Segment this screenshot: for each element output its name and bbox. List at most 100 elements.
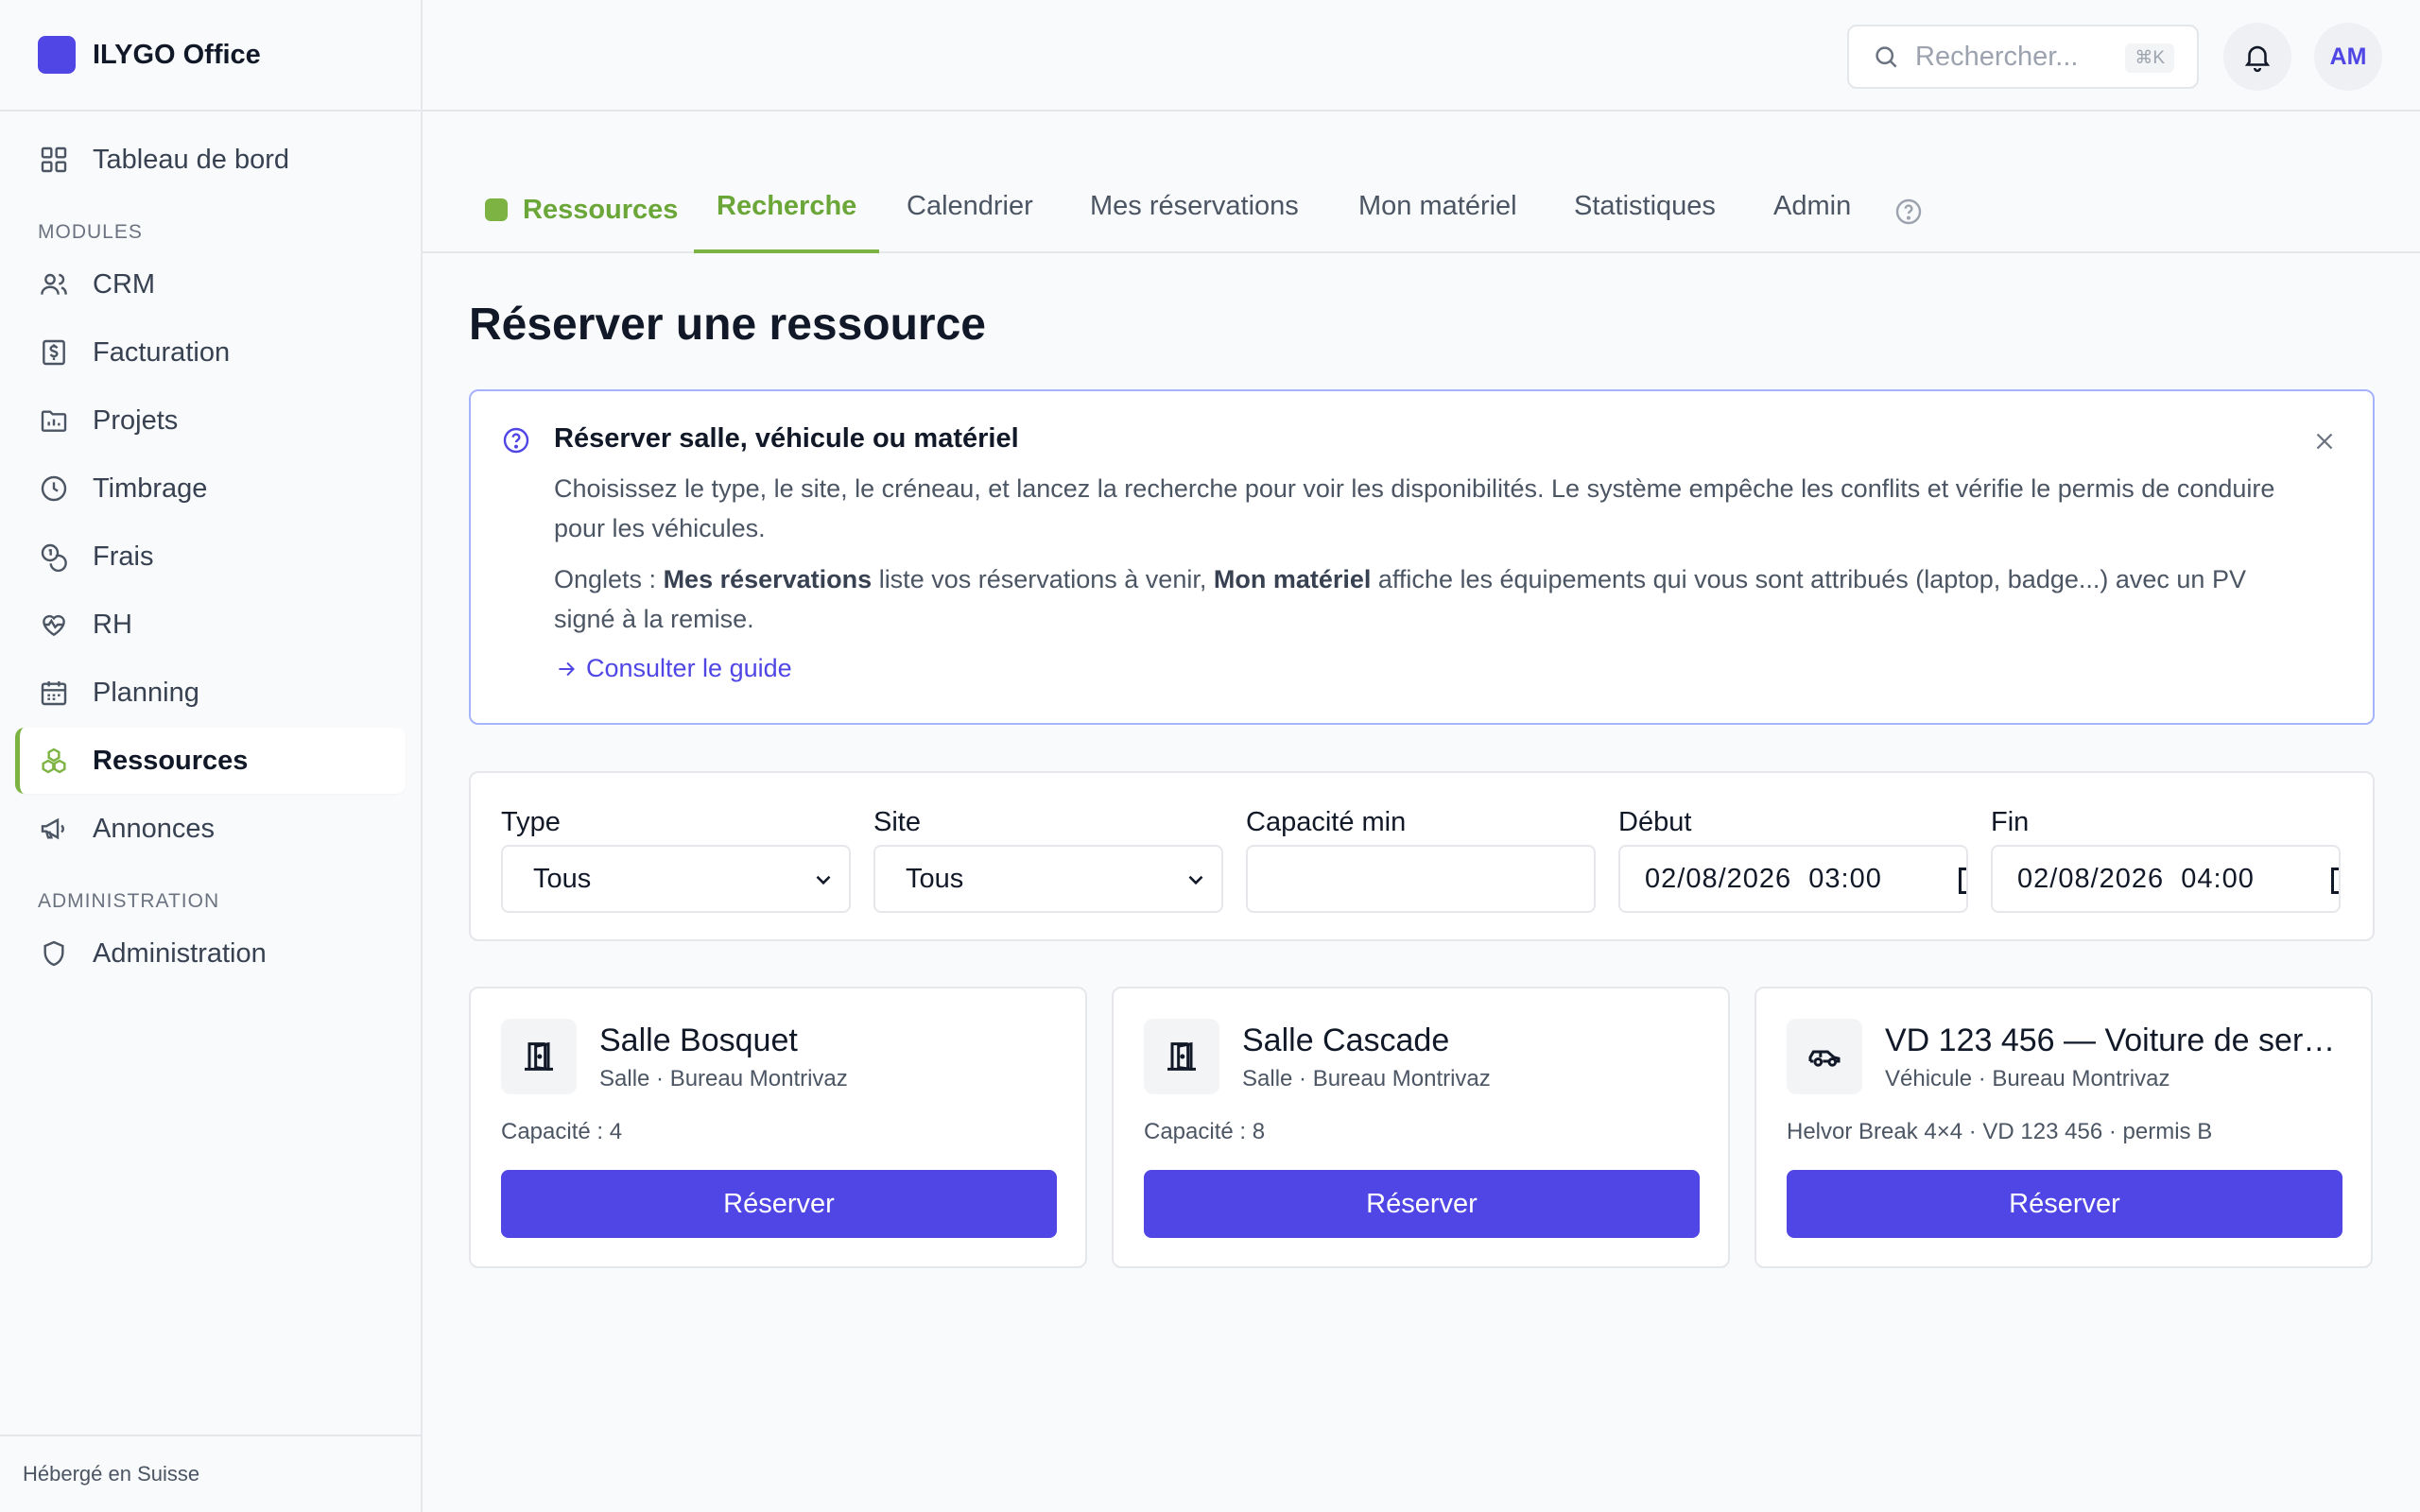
- site-select[interactable]: Tous: [873, 845, 1223, 913]
- sidebar-item-label: RH: [93, 609, 132, 640]
- sidebar-item-projets[interactable]: Projets: [15, 387, 406, 454]
- resource-card: Salle Bosquet Salle · Bureau Montrivaz C…: [469, 987, 1087, 1268]
- sidebar-item-annonces[interactable]: Annonces: [15, 796, 406, 862]
- heart-pulse-icon: [38, 609, 70, 641]
- car-icon: [1787, 1019, 1862, 1094]
- filter-capacity-label: Capacité min: [1246, 807, 1407, 837]
- resource-title: VD 123 456 — Voiture de service: [1885, 1022, 2348, 1058]
- tab-mon-materiel[interactable]: Mon matériel: [1358, 191, 1517, 253]
- section-label-administration: ADMINISTRATION: [38, 890, 220, 912]
- sidebar-nav: Tableau de bord MODULES CRM Facturation …: [0, 112, 421, 987]
- resource-title: Salle Cascade: [1242, 1022, 1450, 1058]
- module-title: Ressources: [485, 195, 678, 257]
- chevron-down-icon: [1188, 875, 1203, 885]
- tab-recherche[interactable]: Recherche: [694, 191, 880, 253]
- tab-statistiques[interactable]: Statistiques: [1574, 191, 1716, 253]
- type-select[interactable]: Tous: [501, 845, 851, 913]
- filter-end: Fin 02/08/2026 04:00: [1991, 807, 2341, 913]
- notifications-button[interactable]: [2223, 23, 2291, 91]
- search-input[interactable]: [1915, 41, 2123, 73]
- resource-card: VD 123 456 — Voiture de service Véhicule…: [1754, 987, 2373, 1268]
- tab-calendrier[interactable]: Calendrier: [907, 191, 1033, 253]
- search-filters: Type Tous Site Tous Capacité min Début 0…: [469, 771, 2375, 941]
- sidebar-item-timbrage[interactable]: Timbrage: [15, 455, 406, 522]
- info-bold-mes-reservations: Mes réservations: [663, 565, 873, 593]
- search-box[interactable]: ⌘K: [1847, 25, 2199, 89]
- filter-site-label: Site: [873, 807, 921, 837]
- sidebar-item-label: Frais: [93, 541, 154, 572]
- chevron-down-icon: [816, 875, 831, 885]
- tab-admin[interactable]: Admin: [1773, 191, 1851, 253]
- grid-icon: [38, 144, 70, 176]
- coins-icon: [38, 541, 70, 573]
- section-label-modules: MODULES: [38, 221, 143, 243]
- help-icon[interactable]: [1893, 197, 1924, 227]
- brand[interactable]: ILYGO Office: [0, 0, 421, 112]
- module-name: Ressources: [523, 195, 679, 225]
- resource-meta: Capacité : 4: [501, 1119, 623, 1144]
- info-title: Réserver salle, véhicule ou matériel: [554, 423, 1019, 454]
- start-datetime-input[interactable]: 02/08/2026 03:00: [1618, 845, 1968, 913]
- sidebar-item-label: Timbrage: [93, 472, 208, 504]
- sidebar-item-label: Annonces: [93, 813, 215, 844]
- resource-subtitle: Salle · Bureau Montrivaz: [599, 1066, 848, 1091]
- filter-type: Type Tous: [501, 807, 851, 913]
- sidebar-item-planning[interactable]: Planning: [15, 660, 406, 726]
- info-tabs-description: Onglets : Mes réservations liste vos rés…: [554, 565, 2246, 633]
- user-avatar[interactable]: AM: [2314, 23, 2382, 91]
- shield-icon: [38, 937, 70, 970]
- type-select-value: Tous: [533, 863, 592, 894]
- info-description: Choisissez le type, le site, le créneau,…: [554, 474, 2275, 542]
- sidebar-item-ressources[interactable]: Ressources: [15, 728, 406, 794]
- resource-meta: Helvor Break 4×4 · VD 123 456 · permis B: [1787, 1119, 2213, 1144]
- info-bold-mon-materiel: Mon matériel: [1213, 565, 1372, 593]
- sidebar-item-facturation[interactable]: Facturation: [15, 319, 406, 386]
- hosting-note: Hébergé en Suisse: [0, 1435, 421, 1512]
- boxes-icon: [38, 745, 70, 777]
- calendar-icon: [38, 677, 70, 709]
- sidebar-item-label: Facturation: [93, 336, 231, 368]
- resource-card: Salle Cascade Salle · Bureau Montrivaz C…: [1112, 987, 1730, 1268]
- end-datetime-input[interactable]: 02/08/2026 04:00: [1991, 845, 2341, 913]
- site-select-value: Tous: [906, 863, 964, 894]
- calendar-picker-icon[interactable]: [1959, 868, 1966, 894]
- sidebar-item-crm[interactable]: CRM: [15, 251, 406, 318]
- arrow-right-icon: [559, 662, 575, 676]
- sidebar-item-label: Tableau de bord: [93, 144, 289, 175]
- search-icon: [1876, 46, 1897, 68]
- resource-meta: Capacité : 8: [1144, 1119, 1266, 1144]
- info-panel: Réserver salle, véhicule ou matériel Cho…: [469, 389, 2375, 725]
- sidebar-item-label: Administration: [93, 937, 267, 969]
- capacity-input[interactable]: [1246, 845, 1596, 913]
- module-color-dot: [485, 198, 508, 221]
- tab-mes-reservations[interactable]: Mes réservations: [1090, 191, 1299, 253]
- module-tabs: Ressources Recherche Calendrier Mes rése…: [423, 112, 2420, 253]
- resource-subtitle: Salle · Bureau Montrivaz: [1242, 1066, 1491, 1091]
- close-icon[interactable]: [2310, 427, 2339, 455]
- filter-start-label: Début: [1618, 807, 1692, 837]
- folder-icon: [38, 404, 70, 437]
- guide-link[interactable]: Consulter le guide: [554, 654, 792, 683]
- filter-capacity: Capacité min: [1246, 807, 1596, 913]
- shortcut-hint: ⌘K: [2125, 43, 2174, 73]
- clock-icon: [38, 472, 70, 505]
- start-datetime-value: 02/08/2026 03:00: [1645, 863, 1882, 894]
- guide-link-label: Consulter le guide: [586, 654, 792, 682]
- users-icon: [38, 268, 70, 301]
- reserve-button[interactable]: Réserver: [1144, 1170, 1700, 1238]
- sidebar-item-frais[interactable]: Frais: [15, 524, 406, 590]
- page-title: Réserver une ressource: [469, 300, 986, 350]
- reserve-button[interactable]: Réserver: [501, 1170, 1057, 1238]
- reserve-button[interactable]: Réserver: [1787, 1170, 2342, 1238]
- sidebar-item-administration[interactable]: Administration: [15, 920, 406, 987]
- door-icon: [1144, 1019, 1219, 1094]
- app-name: ILYGO Office: [93, 39, 261, 70]
- calendar-picker-icon[interactable]: [2331, 868, 2339, 894]
- resource-title: Salle Bosquet: [599, 1022, 798, 1058]
- resource-subtitle: Véhicule · Bureau Montrivaz: [1885, 1066, 2170, 1091]
- sidebar-item-dashboard[interactable]: Tableau de bord: [15, 127, 406, 193]
- sidebar-item-label: Ressources: [93, 745, 249, 776]
- sidebar-item-rh[interactable]: RH: [15, 592, 406, 658]
- door-icon: [501, 1019, 577, 1094]
- filter-site: Site Tous: [873, 807, 1223, 913]
